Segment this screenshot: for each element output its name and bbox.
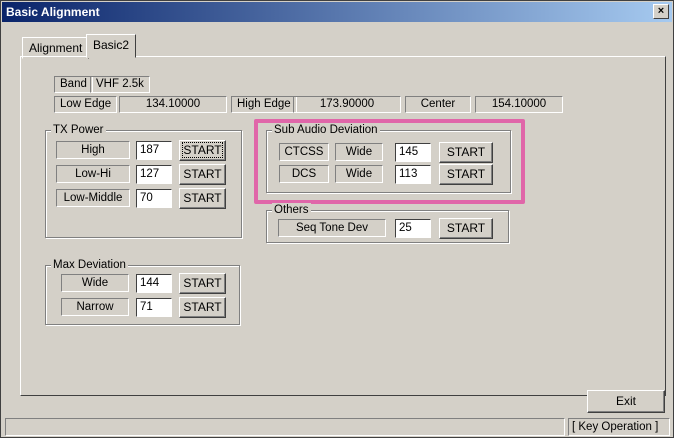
button-label: START [446,221,486,235]
max-wide-start-button[interactable]: START [179,273,226,294]
center-label: Center [405,96,471,113]
title-bar: Basic Alignment × [2,2,672,22]
max-deviation-title: Max Deviation [51,258,128,272]
button-label: START [183,191,222,205]
tx-high-label: High [56,141,130,159]
button-label: START [183,167,222,181]
button-label: START [183,276,222,290]
tx-high-input[interactable]: 187 [136,141,172,160]
band-value: VHF 2.5k [90,76,150,93]
sub-audio-highlight-frame [254,119,525,204]
tab-label: Basic2 [93,38,130,52]
low-edge-value: 134.10000 [119,96,227,113]
tab-label: Alignment [29,41,83,55]
tx-low-middle-start-button[interactable]: START [179,188,226,209]
high-edge-value: 173.90000 [293,96,401,113]
max-wide-label: Wide [61,274,129,292]
tx-power-title: TX Power [51,123,106,137]
basic-alignment-window: Basic Alignment × Alignment Basic2 Band … [0,0,674,438]
tx-low-hi-start-button[interactable]: START [179,164,226,185]
tx-low-middle-input[interactable]: 70 [136,189,172,208]
max-narrow-input[interactable]: 71 [136,298,172,317]
button-label: START [183,300,222,314]
max-wide-input[interactable]: 144 [136,274,172,293]
status-bar: [ Key Operation ] [2,417,672,437]
tx-high-start-button[interactable]: START [179,140,226,161]
high-edge-label: High Edge [231,96,297,113]
low-edge-label: Low Edge [54,96,118,113]
button-label: Exit [615,394,636,408]
seq-tone-dev-start-button[interactable]: START [439,218,493,239]
tx-low-hi-label: Low-Hi [56,165,130,183]
max-narrow-start-button[interactable]: START [179,297,226,318]
exit-button[interactable]: Exit [587,390,665,413]
close-icon[interactable]: × [653,4,669,19]
tab-basic2[interactable]: Basic2 [86,34,137,58]
seq-tone-dev-input[interactable]: 25 [395,219,431,238]
seq-tone-dev-label: Seq Tone Dev [278,219,386,237]
status-left-cell [5,418,565,436]
band-label: Band [54,76,93,93]
button-label: START [182,142,223,158]
key-operation-status: [ Key Operation ] [568,418,670,436]
tx-low-middle-label: Low-Middle [56,189,130,207]
others-title: Others [272,203,311,217]
max-narrow-label: Narrow [61,298,129,316]
center-value: 154.10000 [475,96,563,113]
tx-low-hi-input[interactable]: 127 [136,165,172,184]
window-title: Basic Alignment [6,5,100,19]
